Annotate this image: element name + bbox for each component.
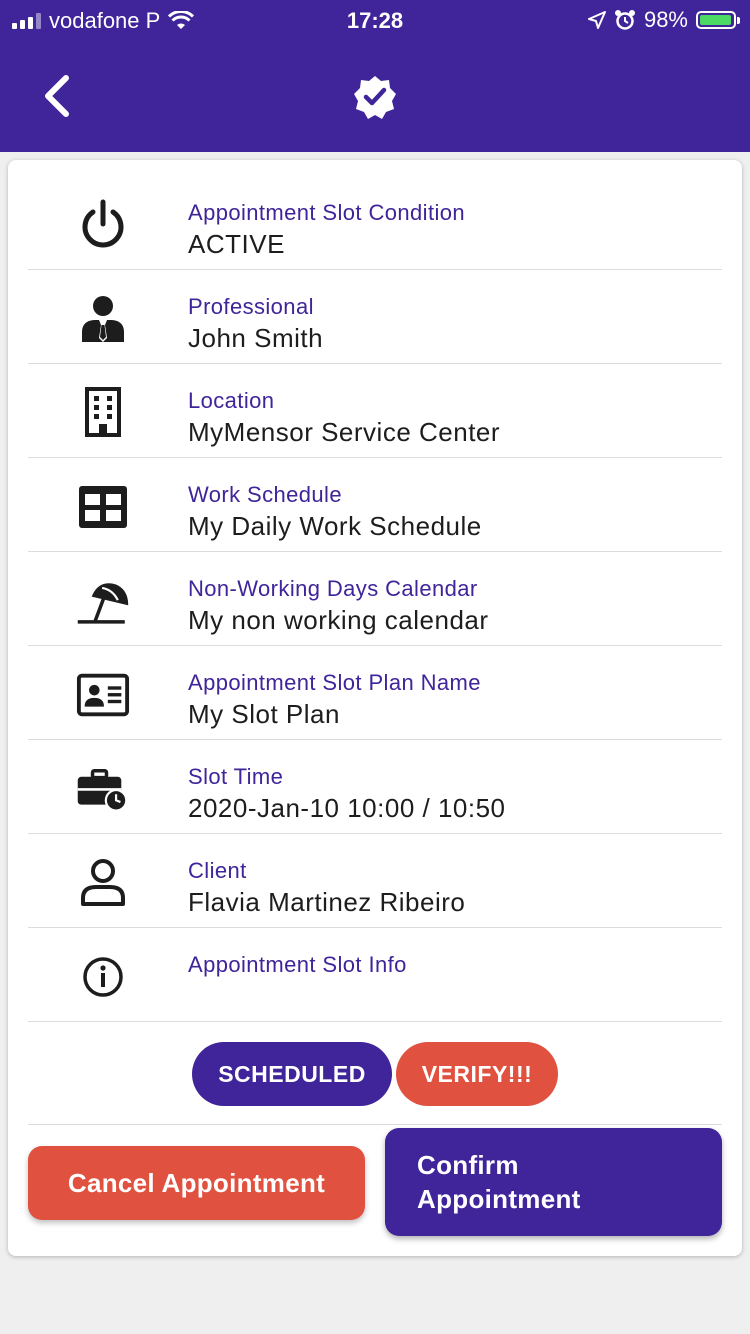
building-icon xyxy=(76,386,130,440)
grid-icon xyxy=(76,480,130,534)
detail-row-work-schedule: Work Schedule My Daily Work Schedule xyxy=(28,458,722,552)
status-bar: vodafone P 17:28 98% xyxy=(0,0,750,42)
detail-label: Professional xyxy=(188,294,314,319)
detail-value: My Slot Plan xyxy=(188,699,340,729)
detail-label: Appointment Slot Condition xyxy=(188,200,466,225)
back-button[interactable] xyxy=(38,74,78,118)
confirm-button-label-line2: Appointment xyxy=(417,1184,581,1214)
location-arrow-icon xyxy=(587,11,606,29)
detail-row-slot-info: Appointment Slot Info xyxy=(28,928,722,1022)
detail-label: Non-Working Days Calendar xyxy=(188,576,478,601)
detail-label: Client xyxy=(188,858,247,883)
confirm-appointment-button[interactable]: Confirm Appointment xyxy=(385,1128,722,1236)
app-header: vodafone P 17:28 98% xyxy=(0,0,750,152)
detail-row-condition: Appointment Slot Condition ACTIVE xyxy=(28,176,722,270)
appointment-details-card: Appointment Slot Condition ACTIVE Profes… xyxy=(8,160,742,1256)
battery-icon xyxy=(696,11,740,29)
detail-label: Slot Time xyxy=(188,764,284,789)
detail-label: Appointment Slot Plan Name xyxy=(188,670,481,695)
briefcase-clock-icon xyxy=(76,762,130,816)
user-outline-icon xyxy=(76,856,130,910)
detail-value: John Smith xyxy=(188,323,324,353)
detail-row-slot-plan: Appointment Slot Plan Name My Slot Plan xyxy=(28,646,722,740)
beach-umbrella-icon xyxy=(76,574,130,628)
detail-row-slot-time: Slot Time 2020-Jan-10 10:00 / 10:50 xyxy=(28,740,722,834)
status-badges: SCHEDULED VERIFY!!! xyxy=(8,1042,742,1106)
detail-row-professional: Professional John Smith xyxy=(28,270,722,364)
cancel-appointment-button[interactable]: Cancel Appointment xyxy=(28,1146,365,1220)
detail-label: Work Schedule xyxy=(188,482,342,507)
battery-fill xyxy=(700,15,732,25)
detail-label: Appointment Slot Info xyxy=(188,952,407,977)
verified-badge xyxy=(352,74,398,120)
alarm-icon xyxy=(614,10,635,30)
detail-value: MyMensor Service Center xyxy=(188,417,501,447)
info-icon xyxy=(76,950,130,1004)
detail-value: Flavia Martinez Ribeiro xyxy=(188,887,466,917)
battery-percent: 98% xyxy=(643,7,688,32)
detail-label: Location xyxy=(188,388,275,413)
confirm-button-label-line1: Confirm xyxy=(417,1150,519,1180)
verify-badge: VERIFY!!! xyxy=(396,1042,558,1106)
detail-value: ACTIVE xyxy=(188,229,285,259)
detail-row-non-working-calendar: Non-Working Days Calendar My non working… xyxy=(28,552,722,646)
divider xyxy=(28,1124,722,1125)
power-icon xyxy=(76,198,130,252)
detail-row-client: Client Flavia Martinez Ribeiro xyxy=(28,834,722,928)
id-card-icon xyxy=(76,668,130,722)
verified-badge-icon xyxy=(354,76,396,119)
chevron-left-icon xyxy=(45,75,69,117)
detail-value: 2020-Jan-10 10:00 / 10:50 xyxy=(188,793,506,823)
detail-value: My Daily Work Schedule xyxy=(188,511,482,541)
scheduled-badge: SCHEDULED xyxy=(192,1042,392,1106)
detail-row-location: Location MyMensor Service Center xyxy=(28,364,722,458)
detail-value: My non working calendar xyxy=(188,605,489,635)
person-tie-icon xyxy=(76,292,130,346)
